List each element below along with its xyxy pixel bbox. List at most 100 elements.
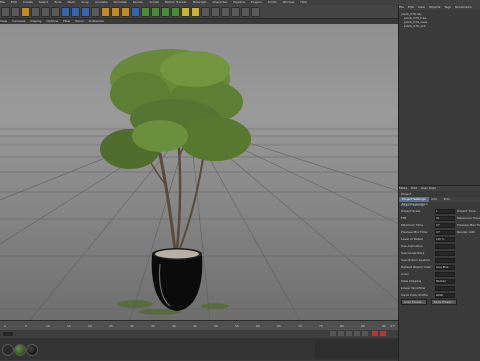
x-axis-icon[interactable] (61, 6, 70, 17)
timeline-tick-label: 90 (382, 324, 386, 328)
field-label: Project Time (457, 209, 476, 213)
object-manager-menu-item[interactable]: File (399, 5, 404, 9)
render-picture-viewer-icon[interactable] (111, 6, 120, 17)
undo-icon[interactable] (1, 6, 10, 17)
timeline-tick-label: 30 (130, 324, 134, 328)
light-icon[interactable] (191, 6, 200, 17)
field-label: Project Scale (401, 209, 421, 213)
subdivision-icon[interactable] (141, 6, 150, 17)
y-axis-icon[interactable] (71, 6, 80, 17)
go-to-end-icon[interactable] (362, 331, 368, 336)
edges-mode-icon[interactable] (221, 6, 230, 17)
object-row[interactable]: plant_079_soil (404, 24, 425, 28)
z-axis-icon[interactable] (81, 6, 90, 17)
snapping-icon[interactable] (251, 6, 260, 17)
attribute-menu-item[interactable]: Mode (399, 186, 407, 190)
render-settings-icon[interactable] (121, 6, 130, 17)
field-label: Linear Workflow (401, 286, 426, 290)
field-value[interactable]: 1 (435, 209, 455, 214)
object-manager-menu-item[interactable]: Tags (444, 5, 451, 9)
attribute-object-name: Project (401, 192, 412, 196)
attribute-section-title: Project Settings (401, 203, 425, 207)
field-label: Preview Min Time (401, 230, 428, 234)
timeline-tick-label: 20 (88, 324, 92, 328)
field-label: FPS (401, 216, 407, 220)
attribute-menu-item[interactable]: User Data (421, 186, 436, 190)
object-manager-menu-item[interactable]: Objects (429, 5, 440, 9)
field-label: Use Generators (401, 251, 425, 255)
timeline-tick-label: 35 (151, 324, 155, 328)
coordinates-manager (315, 340, 397, 358)
field-value[interactable]: Medium (435, 279, 455, 284)
timeline-tick-label: 55 (235, 324, 239, 328)
field-value[interactable]: sRGB (435, 293, 455, 298)
field-label: Maximum Time (457, 216, 480, 220)
timeline-tick-label: 5 (25, 324, 27, 328)
attribute-menu-item[interactable]: Edit (411, 186, 417, 190)
deformer-icon[interactable] (161, 6, 170, 17)
go-to-start-icon[interactable] (330, 331, 336, 336)
timeline-tick-label: 80 (340, 324, 344, 328)
autokey-icon[interactable] (380, 331, 386, 336)
redo-icon[interactable] (11, 6, 20, 17)
field-value[interactable]: Gray-Blue (435, 265, 455, 270)
field-label: Use Motion System (401, 258, 430, 262)
material-swatch[interactable] (26, 344, 38, 356)
render-view-icon[interactable] (101, 6, 110, 17)
move-icon[interactable] (31, 6, 40, 17)
scale-icon[interactable] (41, 6, 50, 17)
attribute-manager: Mode Edit User Data Project Project Settin… (398, 185, 480, 361)
field-value[interactable] (435, 258, 455, 263)
attribute-tabs: Project Settings Info TodoKey Interpolatio… (399, 197, 480, 206)
points-mode-icon[interactable] (211, 6, 220, 17)
plant-pot (151, 248, 203, 311)
timeline-tick-label: 60 (256, 324, 260, 328)
field-label: View Clipping (401, 279, 422, 283)
make-editable-icon[interactable] (201, 6, 210, 17)
enable-axis-icon[interactable] (241, 6, 250, 17)
field-value[interactable] (435, 272, 455, 277)
timeline-end-label: 0 F (390, 324, 395, 328)
attribute-tab[interactable]: Todo (440, 197, 453, 202)
field-value[interactable]: 100 % (435, 237, 455, 242)
object-manager-menu-item[interactable]: Bookmarks (455, 5, 472, 9)
environment-icon[interactable] (171, 6, 180, 17)
coordinate-system-icon[interactable] (91, 6, 100, 17)
timeline-tick-label: 70 (298, 324, 302, 328)
step-forward-icon[interactable] (354, 331, 360, 336)
polygons-mode-icon[interactable] (231, 6, 240, 17)
field-label: Preview Max Time (457, 223, 480, 227)
timeline-tick-label: 45 (193, 324, 197, 328)
step-back-icon[interactable] (338, 331, 344, 336)
timeline-tick-label: 50 (214, 324, 218, 328)
timeline-tick-label: 75 (319, 324, 323, 328)
material-swatch[interactable] (2, 344, 14, 356)
timeline-tick-label: 15 (67, 324, 71, 328)
timeline-tick-label: 40 (172, 324, 176, 328)
live-selection-icon[interactable] (21, 6, 30, 17)
field-label: Render LOD (457, 230, 475, 234)
mograph-cloner-icon[interactable] (151, 6, 160, 17)
field-label: Minimum Time (401, 223, 424, 227)
field-value[interactable] (435, 286, 455, 291)
current-frame-field[interactable] (3, 332, 13, 336)
save-preset-button[interactable]: Save Preset... (431, 299, 457, 305)
material-swatch[interactable] (14, 344, 26, 356)
play-icon[interactable] (346, 331, 352, 336)
cube-icon[interactable] (131, 6, 140, 17)
perspective-viewport[interactable] (0, 24, 398, 320)
field-value[interactable] (435, 244, 455, 249)
load-preset-button[interactable]: Load Preset... (401, 299, 427, 305)
object-manager-menu-item[interactable]: Edit (408, 5, 414, 9)
field-value[interactable]: 0 F (435, 230, 455, 235)
timeline-tick-label: 10 (46, 324, 50, 328)
rotate-icon[interactable] (51, 6, 60, 17)
field-label: Input Color Profile (401, 293, 428, 297)
field-value[interactable] (435, 251, 455, 256)
camera-icon[interactable] (181, 6, 190, 17)
viewport-scene (0, 49, 398, 320)
field-value[interactable]: 30 (435, 216, 455, 221)
field-value[interactable]: 0 F (435, 223, 455, 228)
object-manager-menu-item[interactable]: View (418, 5, 425, 9)
record-icon[interactable] (372, 331, 378, 336)
